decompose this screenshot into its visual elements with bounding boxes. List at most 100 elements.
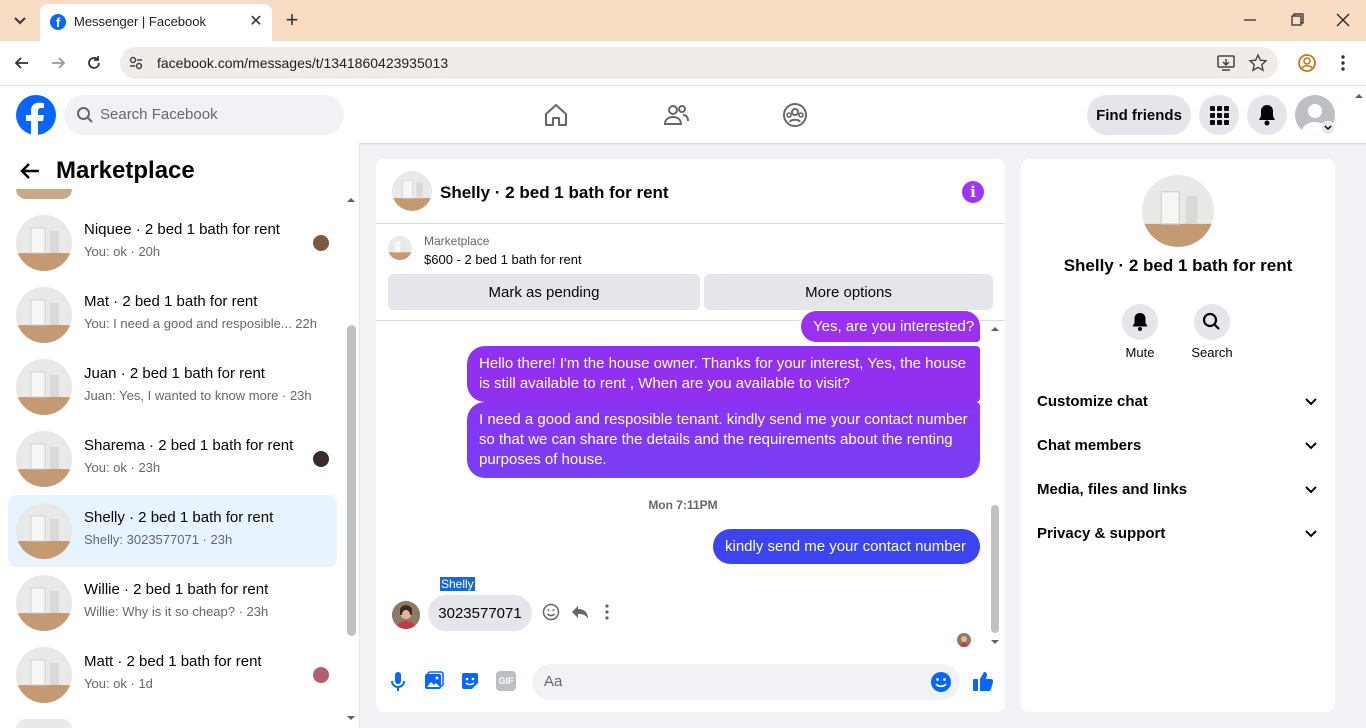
chat-scroll-up-arrow[interactable] bbox=[990, 324, 1000, 334]
participant-avatar bbox=[313, 235, 329, 251]
section-label: Chat members bbox=[1037, 436, 1142, 454]
bell-icon bbox=[1132, 313, 1148, 331]
browser-tab[interactable]: f Messenger | Facebook ✕ bbox=[40, 4, 272, 41]
find-friends-label: Find friends bbox=[1096, 106, 1182, 124]
bookmark-star-icon[interactable] bbox=[1248, 53, 1268, 73]
profile-icon[interactable] bbox=[1297, 53, 1317, 73]
sidebar-scroll-up-arrow[interactable] bbox=[346, 195, 356, 205]
participant-avatar bbox=[313, 451, 329, 467]
conversation-preview: Juan: Yes, I wanted to know more · 23h bbox=[84, 388, 312, 403]
sidebar-title: Marketplace bbox=[56, 157, 195, 184]
conversation-item[interactable]: Niquee · 2 bed 1 bath for rent You: ok · … bbox=[8, 207, 337, 279]
bell-icon bbox=[1259, 105, 1275, 126]
reply-icon[interactable] bbox=[570, 602, 590, 622]
conversation-sidebar: Marketplace Niquee · 2 bed 1 bath for re… bbox=[0, 143, 360, 728]
gif-icon[interactable]: GIF bbox=[496, 671, 516, 691]
media-files-links-section[interactable]: Media, files and links bbox=[1037, 471, 1319, 507]
restore-icon[interactable] bbox=[1287, 10, 1307, 30]
section-label: Privacy & support bbox=[1037, 524, 1166, 542]
listing-thumbnail bbox=[16, 215, 72, 271]
mute-button[interactable] bbox=[1122, 304, 1158, 340]
sender-avatar[interactable] bbox=[392, 601, 420, 629]
sidebar-scrollbar-thumb[interactable] bbox=[347, 325, 356, 636]
react-emoji-icon[interactable] bbox=[542, 603, 560, 621]
facebook-search-input[interactable]: Search Facebook bbox=[64, 95, 344, 135]
privacy-support-section[interactable]: Privacy & support bbox=[1037, 515, 1319, 551]
conversation-preview: You: ok · 20h bbox=[84, 244, 161, 259]
browser-menu-icon[interactable] bbox=[1333, 53, 1353, 73]
search-label: Search bbox=[1191, 345, 1233, 360]
sender-name: Shelly bbox=[440, 577, 475, 591]
sticker-icon[interactable] bbox=[460, 671, 480, 691]
account-chevron-icon[interactable] bbox=[1321, 121, 1335, 135]
facebook-logo-icon[interactable] bbox=[16, 95, 56, 135]
chat-details-thumbnail[interactable] bbox=[1142, 175, 1214, 247]
site-info-icon[interactable] bbox=[126, 53, 146, 73]
back-arrow-icon[interactable] bbox=[12, 53, 32, 73]
chat-scroll-down-arrow[interactable] bbox=[990, 637, 1000, 647]
chat-panel: Shelly · 2 bed 1 bath for rent i Marketp… bbox=[376, 159, 1005, 712]
outgoing-message[interactable]: kindly send me your contact number bbox=[713, 529, 980, 564]
conversation-item[interactable]: Mat · 2 bed 1 bath for rent You: I need a… bbox=[8, 279, 337, 351]
search-icon bbox=[76, 106, 94, 124]
emoji-icon[interactable] bbox=[930, 671, 952, 693]
section-label: Customize chat bbox=[1037, 392, 1148, 410]
page-scroll-up-arrow[interactable] bbox=[1354, 91, 1364, 101]
thumbs-up-icon[interactable] bbox=[972, 670, 994, 692]
menu-grid-button[interactable] bbox=[1199, 95, 1239, 135]
conversation-name: Niquee · 2 bed 1 bath for rent bbox=[84, 221, 280, 238]
conversation-item[interactable]: Sharema · 2 bed 1 bath for rent You: ok ·… bbox=[8, 423, 337, 495]
more-actions-icon[interactable] bbox=[602, 603, 612, 621]
outgoing-message[interactable]: I need a good and resposible tenant. kin… bbox=[467, 402, 980, 478]
outgoing-message[interactable]: Hello there! I'm the house owner. Thanks… bbox=[467, 346, 980, 402]
partial-thumbnail bbox=[16, 189, 72, 199]
chat-header-thumbnail[interactable] bbox=[392, 171, 432, 211]
chat-title[interactable]: Shelly · 2 bed 1 bath for rent bbox=[440, 183, 669, 203]
chevron-down-icon bbox=[1305, 398, 1317, 406]
message-input[interactable]: Aa bbox=[532, 664, 960, 700]
chevron-down-icon bbox=[14, 17, 26, 25]
search-conversation-button[interactable] bbox=[1194, 304, 1230, 340]
friends-icon[interactable] bbox=[662, 101, 690, 129]
photo-icon[interactable] bbox=[424, 671, 444, 691]
microphone-icon[interactable] bbox=[388, 670, 408, 692]
conversation-item[interactable]: Juan · 2 bed 1 bath for rent Juan: Yes, I… bbox=[8, 351, 337, 423]
new-tab-button[interactable]: + bbox=[280, 8, 304, 32]
conversation-name: Shelly · 2 bed 1 bath for rent bbox=[84, 509, 274, 526]
forward-arrow-icon[interactable] bbox=[48, 53, 68, 73]
conversation-name: Sharema · 2 bed 1 bath for rent bbox=[84, 437, 294, 454]
conversation-item[interactable]: Matt · 2 bed 1 bath for rent You: ok · 1d bbox=[8, 639, 337, 711]
read-receipt-avatar bbox=[957, 633, 971, 647]
notifications-button[interactable] bbox=[1247, 95, 1287, 135]
reload-icon[interactable] bbox=[84, 53, 104, 73]
install-app-icon[interactable] bbox=[1216, 53, 1236, 73]
search-placeholder: Search Facebook bbox=[100, 106, 218, 123]
home-icon[interactable] bbox=[542, 101, 570, 129]
message-timestamp: Mon 7:11PM bbox=[648, 498, 718, 512]
listing-thumbnail bbox=[16, 359, 72, 415]
tab-list-button[interactable] bbox=[8, 8, 32, 32]
customize-chat-section[interactable]: Customize chat bbox=[1037, 383, 1319, 419]
conversation-list: Niquee · 2 bed 1 bath for rent You: ok · … bbox=[0, 207, 345, 728]
find-friends-button[interactable]: Find friends bbox=[1087, 95, 1191, 135]
participant-avatar bbox=[313, 667, 329, 683]
message-input-placeholder: Aa bbox=[544, 673, 563, 690]
info-icon[interactable]: i bbox=[962, 181, 984, 203]
address-bar[interactable]: facebook.com/messages/t/1341860423935013 bbox=[120, 47, 1278, 79]
sidebar-scroll-down-arrow[interactable] bbox=[346, 713, 356, 723]
minimize-icon[interactable] bbox=[1240, 10, 1260, 30]
conversation-preview: Shelly: 3023577071 · 23h bbox=[84, 532, 233, 547]
mute-label: Mute bbox=[1125, 345, 1155, 360]
back-arrow-icon[interactable] bbox=[18, 159, 42, 183]
chat-scrollbar-thumb[interactable] bbox=[991, 505, 999, 633]
close-window-icon[interactable] bbox=[1333, 10, 1353, 30]
incoming-message[interactable]: 3023577071 bbox=[428, 595, 532, 631]
groups-icon[interactable] bbox=[781, 101, 809, 129]
chat-members-section[interactable]: Chat members bbox=[1037, 427, 1319, 463]
tab-close-icon[interactable]: ✕ bbox=[246, 12, 266, 32]
conversation-item[interactable]: Shelly · 2 bed 1 bath for rent Shelly: 30… bbox=[8, 495, 337, 567]
conversation-item[interactable]: Willie · 2 bed 1 bath for rent Willie: Wh… bbox=[8, 567, 337, 639]
partial-thumbnail bbox=[16, 719, 72, 728]
chevron-down-icon bbox=[1305, 486, 1317, 494]
listing-thumbnail bbox=[16, 431, 72, 487]
